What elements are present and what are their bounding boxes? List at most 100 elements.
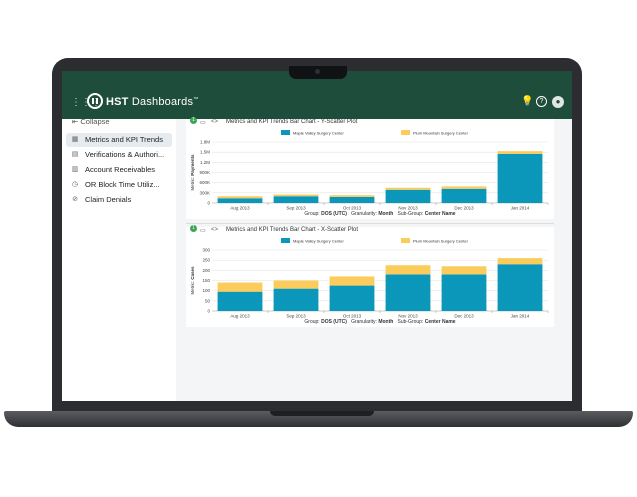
brand-bold-text: HST [106, 96, 129, 108]
bar-plum-mountain[interactable] [385, 265, 431, 275]
y-tick-label: 600K [199, 180, 210, 185]
bar-maple-valley[interactable] [273, 288, 319, 311]
sidebar-item-label: Claim Denials [85, 195, 132, 204]
legend-label: Maple Valley Surgery Center [293, 239, 345, 244]
y-tick-label: 300K [199, 190, 210, 195]
bar-maple-valley[interactable] [329, 196, 375, 203]
legend-swatch [281, 238, 290, 243]
y-tick-label: 0 [207, 201, 210, 206]
document-icon: ▤ [71, 151, 79, 158]
x-tick-label: Oct 2013 [343, 206, 362, 211]
footer-label: Sub-Group: [393, 211, 424, 217]
bar-plum-mountain[interactable] [273, 280, 319, 289]
sidebar-item-3[interactable]: ▥ Account Receivables [66, 163, 172, 177]
bar-maple-valley[interactable] [441, 274, 487, 311]
app-screen: ⋮⋮⋮ HST Dashboards™ 💡 ? ● ⇤ Collapse ▦ Me… [62, 71, 572, 401]
footer-value: Month [378, 319, 393, 325]
footer-label: Sub-Group: [393, 319, 424, 325]
bar-plum-mountain[interactable] [385, 187, 431, 190]
bar-plum-mountain[interactable] [497, 151, 543, 154]
legend-swatch [401, 238, 410, 243]
y-tick-label: 1.5M [200, 150, 210, 155]
bar-maple-valley[interactable] [385, 274, 431, 311]
x-tick-label: Jan 2014 [511, 314, 530, 319]
y-tick-label: 1.8M [200, 140, 210, 145]
legend-label: Plum Mountain Surgery Center [413, 131, 469, 136]
lightbulb-icon[interactable]: 💡 [521, 96, 533, 107]
sidebar: ⇤ Collapse ▦ Metrics and KPI Trends ▤ Verif… [62, 117, 177, 401]
bar-maple-valley[interactable] [329, 285, 375, 311]
chart-panel-1: 1 ▭ <> Metrics and KPI Trends Bar Chart - Y… [186, 117, 554, 219]
bar-plum-mountain[interactable] [329, 276, 375, 286]
y-tick-label: 100 [202, 288, 210, 293]
sidebar-item-label: OR Block Time Utiliz... [85, 180, 160, 189]
clock-icon: ◷ [71, 181, 79, 188]
footer-value: Center Name [425, 319, 456, 325]
bar-maple-valley[interactable] [217, 198, 263, 203]
footer-value: DOS (UTC) [321, 211, 347, 217]
user-icon[interactable]: ● [552, 96, 564, 108]
y-axis-label: Metric: Payments [190, 154, 195, 191]
y-axis-label: Metric: Cases [190, 266, 195, 295]
legend-label: Maple Valley Surgery Center [293, 131, 345, 136]
sidebar-item-1[interactable]: ▦ Metrics and KPI Trends [66, 133, 172, 147]
brand-rest-text: Dashboards [128, 96, 194, 108]
y-axis-label-metric: Cases [190, 266, 195, 280]
x-tick-label: Aug 2013 [230, 314, 250, 319]
footer-label: Granularity: [347, 319, 378, 325]
ban-icon: ⊘ [72, 196, 78, 203]
main-content: 1 ▭ <> Metrics and KPI Trends Bar Chart - Y… [176, 117, 572, 401]
x-tick-label: Nov 2013 [398, 206, 418, 211]
collapse-button[interactable]: ⇤ Collapse [72, 117, 110, 126]
hst-logo-icon [87, 93, 103, 109]
bar-plum-mountain[interactable] [441, 266, 487, 275]
footer-label: Group: [304, 319, 321, 325]
camera-icon [315, 69, 320, 74]
sidebar-item-label: Account Receivables [85, 165, 156, 174]
collapse-arrow-icon: ⇤ [72, 117, 79, 126]
bar-chart-svg: Maple Valley Surgery Center Plum Mountain… [190, 130, 549, 217]
bar-maple-valley[interactable] [441, 188, 487, 203]
bar-maple-valley[interactable] [217, 291, 263, 311]
bar-plum-mountain[interactable] [217, 282, 263, 292]
x-tick-label: Oct 2013 [343, 314, 362, 319]
bar-plum-mountain[interactable] [441, 186, 487, 189]
app-brand-name[interactable]: HST Dashboards™ [106, 96, 198, 108]
chart-grouping-footer: Group: DOS (UTC) Granularity: Month Sub-… [304, 211, 455, 217]
panel-divider [186, 223, 554, 224]
collapse-label: Collapse [80, 117, 110, 126]
bar-plum-mountain[interactable] [217, 196, 263, 199]
bar-plum-mountain[interactable] [273, 194, 319, 197]
bar-maple-valley[interactable] [385, 189, 431, 203]
footer-value: DOS (UTC) [321, 319, 347, 325]
sidebar-item-label: Metrics and KPI Trends [85, 135, 163, 144]
sidebar-item-5[interactable]: ⊘ Claim Denials [66, 193, 172, 207]
receipt-icon: ▥ [71, 166, 79, 173]
chart-panel-2: 1 ▭ <> Metrics and KPI Trends Bar Chart - X… [186, 225, 554, 327]
bar-maple-valley[interactable] [497, 153, 543, 203]
sidebar-item-4[interactable]: ◷ OR Block Time Utiliz... [66, 178, 172, 192]
bar-plum-mountain[interactable] [497, 258, 543, 265]
footer-label: Group: [304, 211, 321, 217]
laptop-base [4, 411, 633, 427]
bar-plum-mountain[interactable] [329, 195, 375, 197]
legend-swatch [281, 130, 290, 135]
help-icon[interactable]: ? [536, 96, 547, 107]
x-tick-label: Jan 2014 [511, 206, 530, 211]
camera-notch [289, 66, 347, 79]
footer-value: Month [378, 211, 393, 217]
bar-chart-svg: Maple Valley Surgery Center Plum Mountain… [190, 238, 549, 325]
bar-maple-valley[interactable] [273, 196, 319, 203]
y-tick-label: 1.2M [200, 160, 210, 165]
trademark-symbol: ™ [193, 96, 199, 103]
legend-swatch [401, 130, 410, 135]
sidebar-item-2[interactable]: ▤ Verifications & Authori... [66, 148, 172, 162]
laptop-opening-notch [270, 411, 374, 416]
y-tick-label: 0 [207, 309, 210, 314]
y-axis-label-metric: Payments [190, 154, 195, 176]
y-tick-label: 50 [205, 298, 211, 303]
y-tick-label: 900K [199, 170, 210, 175]
bar-maple-valley[interactable] [497, 264, 543, 311]
legend-label: Plum Mountain Surgery Center [413, 239, 469, 244]
x-tick-label: Aug 2013 [230, 206, 250, 211]
